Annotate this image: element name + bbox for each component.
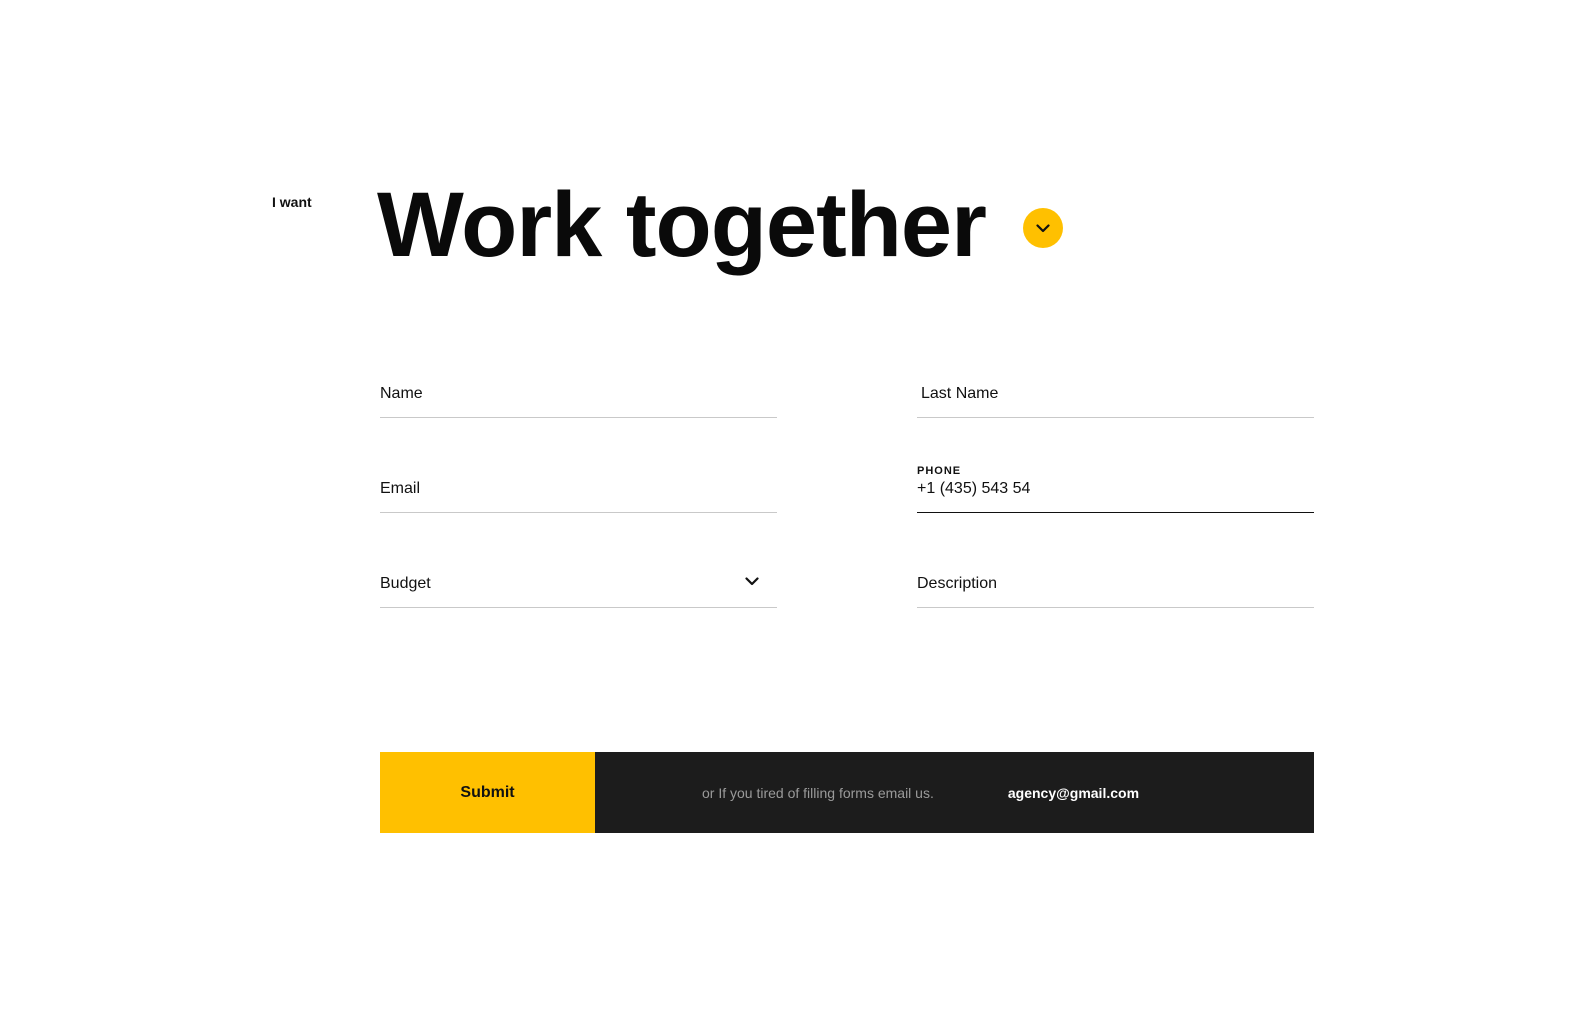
name-input[interactable]: [380, 385, 777, 403]
phone-input[interactable]: [917, 480, 1314, 498]
chevron-down-icon: [1036, 223, 1050, 233]
phone-label: PHONE: [917, 465, 962, 477]
phone-field-wrapper: PHONE: [917, 465, 1314, 513]
chevron-down-icon: [745, 573, 759, 591]
intent-dropdown-button[interactable]: [1023, 208, 1063, 248]
description-input[interactable]: [917, 575, 1314, 593]
last-name-input[interactable]: [921, 385, 1318, 403]
budget-select[interactable]: Budget: [380, 562, 777, 608]
email-alternative: or If you tired of filling forms email u…: [595, 752, 1314, 833]
cta-bar: Submit or If you tired of filling forms …: [380, 752, 1314, 833]
email-field-wrapper: [380, 467, 777, 513]
email-link[interactable]: agency@gmail.com: [1008, 785, 1139, 801]
name-field-wrapper: [380, 372, 777, 418]
budget-select-value: Budget: [380, 575, 431, 592]
email-alternative-note: or If you tired of filling forms email u…: [702, 784, 934, 801]
last-name-field-wrapper: [917, 372, 1318, 418]
email-input[interactable]: [380, 480, 777, 498]
submit-button[interactable]: Submit: [380, 752, 595, 833]
description-field-wrapper: [917, 562, 1314, 608]
intro-label: I want: [272, 194, 312, 210]
page-title: Work together: [377, 174, 987, 276]
